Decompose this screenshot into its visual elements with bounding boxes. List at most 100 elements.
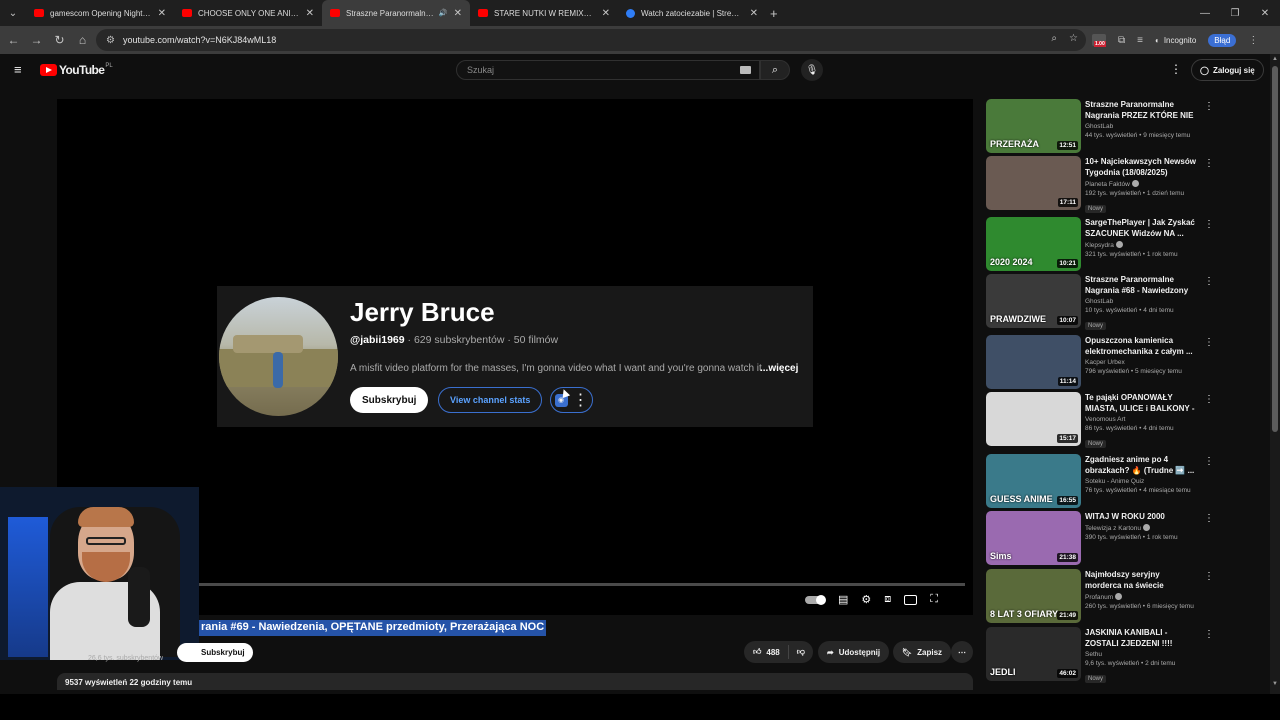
owner-subscribe-button[interactable]: Subskrybuj	[177, 643, 253, 662]
scroll-down-arrow-icon[interactable]: ▼	[1272, 681, 1278, 687]
recommendation-menu-icon[interactable]: ⋮	[1204, 513, 1214, 524]
recommendation-item[interactable]: Sims 21:38 WITAJ W ROKU 2000 Telewizja z Ka…	[986, 511, 1218, 565]
recommendation-menu-icon[interactable]: ⋮	[1204, 629, 1214, 640]
video-thumbnail[interactable]: GUESS ANIME 16:55	[986, 454, 1081, 508]
scrollbar-thumb[interactable]	[1272, 66, 1278, 432]
browser-tab-2-active[interactable]: Straszne Paranormalne Nagr...🔊 ✕	[322, 0, 470, 26]
video-thumbnail[interactable]: Sims 21:38	[986, 511, 1081, 565]
recommendation-channel[interactable]: Kacper Urbex	[1085, 359, 1197, 366]
tab-close-icon[interactable]: ✕	[306, 8, 314, 19]
recommendation-title[interactable]: Straszne Paranormalne Nagrania PRZEZ KTÓ…	[1085, 99, 1197, 121]
recommendation-menu-icon[interactable]: ⋮	[1204, 394, 1214, 405]
recommendation-item[interactable]: JEDLI 46:02 JASKINIA KANIBALI -ZOSTALI ZJE…	[986, 627, 1218, 683]
browser-tab-1[interactable]: CHOOSE ONLY ONE ANIME OR... ✕	[174, 0, 322, 26]
recommendation-item[interactable]: 11:14 Opuszczona kamienica elektromechani…	[986, 335, 1218, 389]
settings-gear-icon[interactable]: ⚙	[861, 593, 871, 606]
recommendation-menu-icon[interactable]: ⋮	[1204, 337, 1214, 348]
channel-avatar[interactable]	[219, 297, 338, 416]
recommendation-title[interactable]: 10+ Najciekawszych Newsów Tygodnia (18/0…	[1085, 156, 1197, 178]
recommendation-title[interactable]: WITAJ W ROKU 2000	[1085, 511, 1197, 522]
site-info-icon[interactable]: ⚙	[106, 35, 115, 46]
recommendation-channel[interactable]: Profanum	[1085, 593, 1197, 601]
back-icon[interactable]: ←	[2, 33, 25, 47]
tab-close-icon[interactable]: ✕	[158, 8, 166, 19]
scroll-up-arrow-icon[interactable]: ▲	[1272, 56, 1278, 62]
keyboard-icon[interactable]	[740, 66, 751, 74]
home-icon[interactable]: ⌂	[71, 33, 94, 47]
recommendation-channel[interactable]: Telewizja z Kartonu	[1085, 524, 1197, 532]
recommendation-title[interactable]: Zgadniesz anime po 4 obrazkach? 🔥 (Trudn…	[1085, 454, 1197, 476]
recommendation-menu-icon[interactable]: ⋮	[1204, 101, 1214, 112]
recommendation-channel[interactable]: Klepsydra	[1085, 241, 1197, 249]
autoplay-toggle[interactable]	[805, 594, 826, 605]
search-button[interactable]: ⌕	[760, 60, 790, 80]
recommendation-item[interactable]: PRZERAŻA 12:51 Straszne Paranormalne Nagra…	[986, 99, 1218, 153]
recommendation-title[interactable]: Opuszczona kamienica elektromechanika z …	[1085, 335, 1197, 357]
tab-close-icon[interactable]: ✕	[750, 8, 758, 19]
recommendation-item[interactable]: GUESS ANIME 16:55 Zgadniesz anime po 4 obr…	[986, 454, 1218, 508]
zoom-search-icon[interactable]: ⌕	[1051, 33, 1057, 44]
browser-menu-icon[interactable]: ⋮	[1248, 35, 1258, 46]
fullscreen-icon[interactable]: ⛶	[930, 593, 938, 606]
maximize-icon[interactable]: ❐	[1220, 0, 1250, 26]
recommendation-channel[interactable]: GhostLab	[1085, 123, 1197, 130]
recommendation-title[interactable]: SargeThePlayer | Jak Zyskać SZACUNEK Wid…	[1085, 217, 1197, 239]
theater-mode-icon[interactable]	[904, 594, 918, 605]
video-thumbnail[interactable]: PRZERAŻA 12:51	[986, 99, 1081, 153]
recommendation-menu-icon[interactable]: ⋮	[1204, 456, 1214, 467]
forward-icon[interactable]: →	[25, 33, 48, 47]
description-box[interactable]: 9537 wyświetleń 22 godziny temu	[57, 673, 973, 690]
video-thumbnail[interactable]: 8 LAT 3 OFIARY 21:49	[986, 569, 1081, 623]
subtitles-icon[interactable]: ▤	[838, 593, 848, 606]
view-channel-stats-button[interactable]: View channel stats	[438, 387, 543, 413]
video-thumbnail[interactable]: 17:11	[986, 156, 1081, 210]
extension-icon[interactable]: 1.00	[1092, 34, 1106, 47]
recommendation-item[interactable]: 15:17 Te pająki OPANOWAŁY MIASTA, ULICE i…	[986, 392, 1218, 448]
browser-tab-0[interactable]: gamescom Opening Night Live ✕	[26, 0, 174, 26]
dislike-button[interactable]: 👎︎	[789, 647, 813, 657]
miniplayer-icon[interactable]: ⧈	[884, 593, 891, 606]
recommendation-item[interactable]: 2020 2024 10:21 SargeThePlayer | Jak Zyska…	[986, 217, 1218, 271]
tab-close-icon[interactable]: ✕	[602, 8, 610, 19]
recommendation-menu-icon[interactable]: ⋮	[1204, 158, 1214, 169]
share-button[interactable]: ➦ Udostępnij	[818, 641, 890, 663]
video-thumbnail[interactable]: 2020 2024 10:21	[986, 217, 1081, 271]
subscribe-button[interactable]: Subskrybuj	[350, 387, 429, 413]
youtube-logo[interactable]: YouTube PL	[40, 63, 113, 77]
recommendation-item[interactable]: 17:11 10+ Najciekawszych Newsów Tygodnia …	[986, 156, 1218, 213]
like-button[interactable]: 👍︎ 488	[744, 645, 789, 659]
recommendation-title[interactable]: JASKINIA KANIBALI -ZOSTALI ZJEDZENI !!!!	[1085, 627, 1197, 649]
recommendation-item[interactable]: PRAWDZIWE 10:07 Straszne Paranormalne Nagr…	[986, 274, 1218, 330]
video-thumbnail[interactable]: JEDLI 46:02	[986, 627, 1081, 681]
recommendation-menu-icon[interactable]: ⋮	[1204, 571, 1214, 582]
voice-search-button[interactable]: 🎙	[801, 59, 823, 81]
settings-kebab-icon[interactable]: ⋮	[1170, 62, 1182, 76]
recommendation-menu-icon[interactable]: ⋮	[1204, 276, 1214, 287]
recommendation-title[interactable]: Najmłodszy seryjny morderca na świecie	[1085, 569, 1197, 591]
speaker-icon[interactable]: 🔊	[439, 9, 448, 17]
recommendation-channel[interactable]: Venomous Art	[1085, 416, 1197, 423]
media-control-icon[interactable]: ≡	[1137, 35, 1143, 46]
search-input[interactable]: Szukaj	[456, 60, 760, 80]
video-thumbnail[interactable]: 11:14	[986, 335, 1081, 389]
error-button[interactable]: Błąd	[1208, 33, 1237, 47]
more-actions-button[interactable]: ⋯	[951, 641, 973, 663]
bookmark-star-icon[interactable]: ☆	[1069, 33, 1078, 44]
save-button[interactable]: 🔖︎ Zapisz	[893, 641, 952, 663]
page-scrollbar[interactable]	[1270, 54, 1280, 694]
recommendation-item[interactable]: 8 LAT 3 OFIARY 21:49 Najmłodszy seryjny mo…	[986, 569, 1218, 623]
guide-menu-icon[interactable]: ≡	[14, 63, 25, 76]
tab-search-icon[interactable]: ⌄	[0, 0, 26, 26]
channel-name[interactable]: Jerry Bruce	[350, 297, 495, 328]
progress-bar[interactable]	[199, 583, 965, 586]
reload-icon[interactable]: ↻	[48, 33, 71, 47]
incognito-indicator[interactable]: ◐ Incognito	[1155, 36, 1196, 45]
close-window-icon[interactable]: ✕	[1250, 0, 1280, 26]
recommendation-channel[interactable]: Soteku - Anime Quiz	[1085, 478, 1197, 485]
recommendation-channel[interactable]: Sethu	[1085, 651, 1197, 658]
new-tab-icon[interactable]: +	[770, 6, 778, 21]
recommendation-title[interactable]: Straszne Paranormalne Nagrania #68 - Naw…	[1085, 274, 1197, 296]
recommendation-title[interactable]: Te pająki OPANOWAŁY MIASTA, ULICE i BALK…	[1085, 392, 1197, 414]
sign-in-button[interactable]: ◯ Zaloguj się	[1191, 59, 1264, 81]
description-more-link[interactable]: ...więcej	[760, 363, 798, 374]
